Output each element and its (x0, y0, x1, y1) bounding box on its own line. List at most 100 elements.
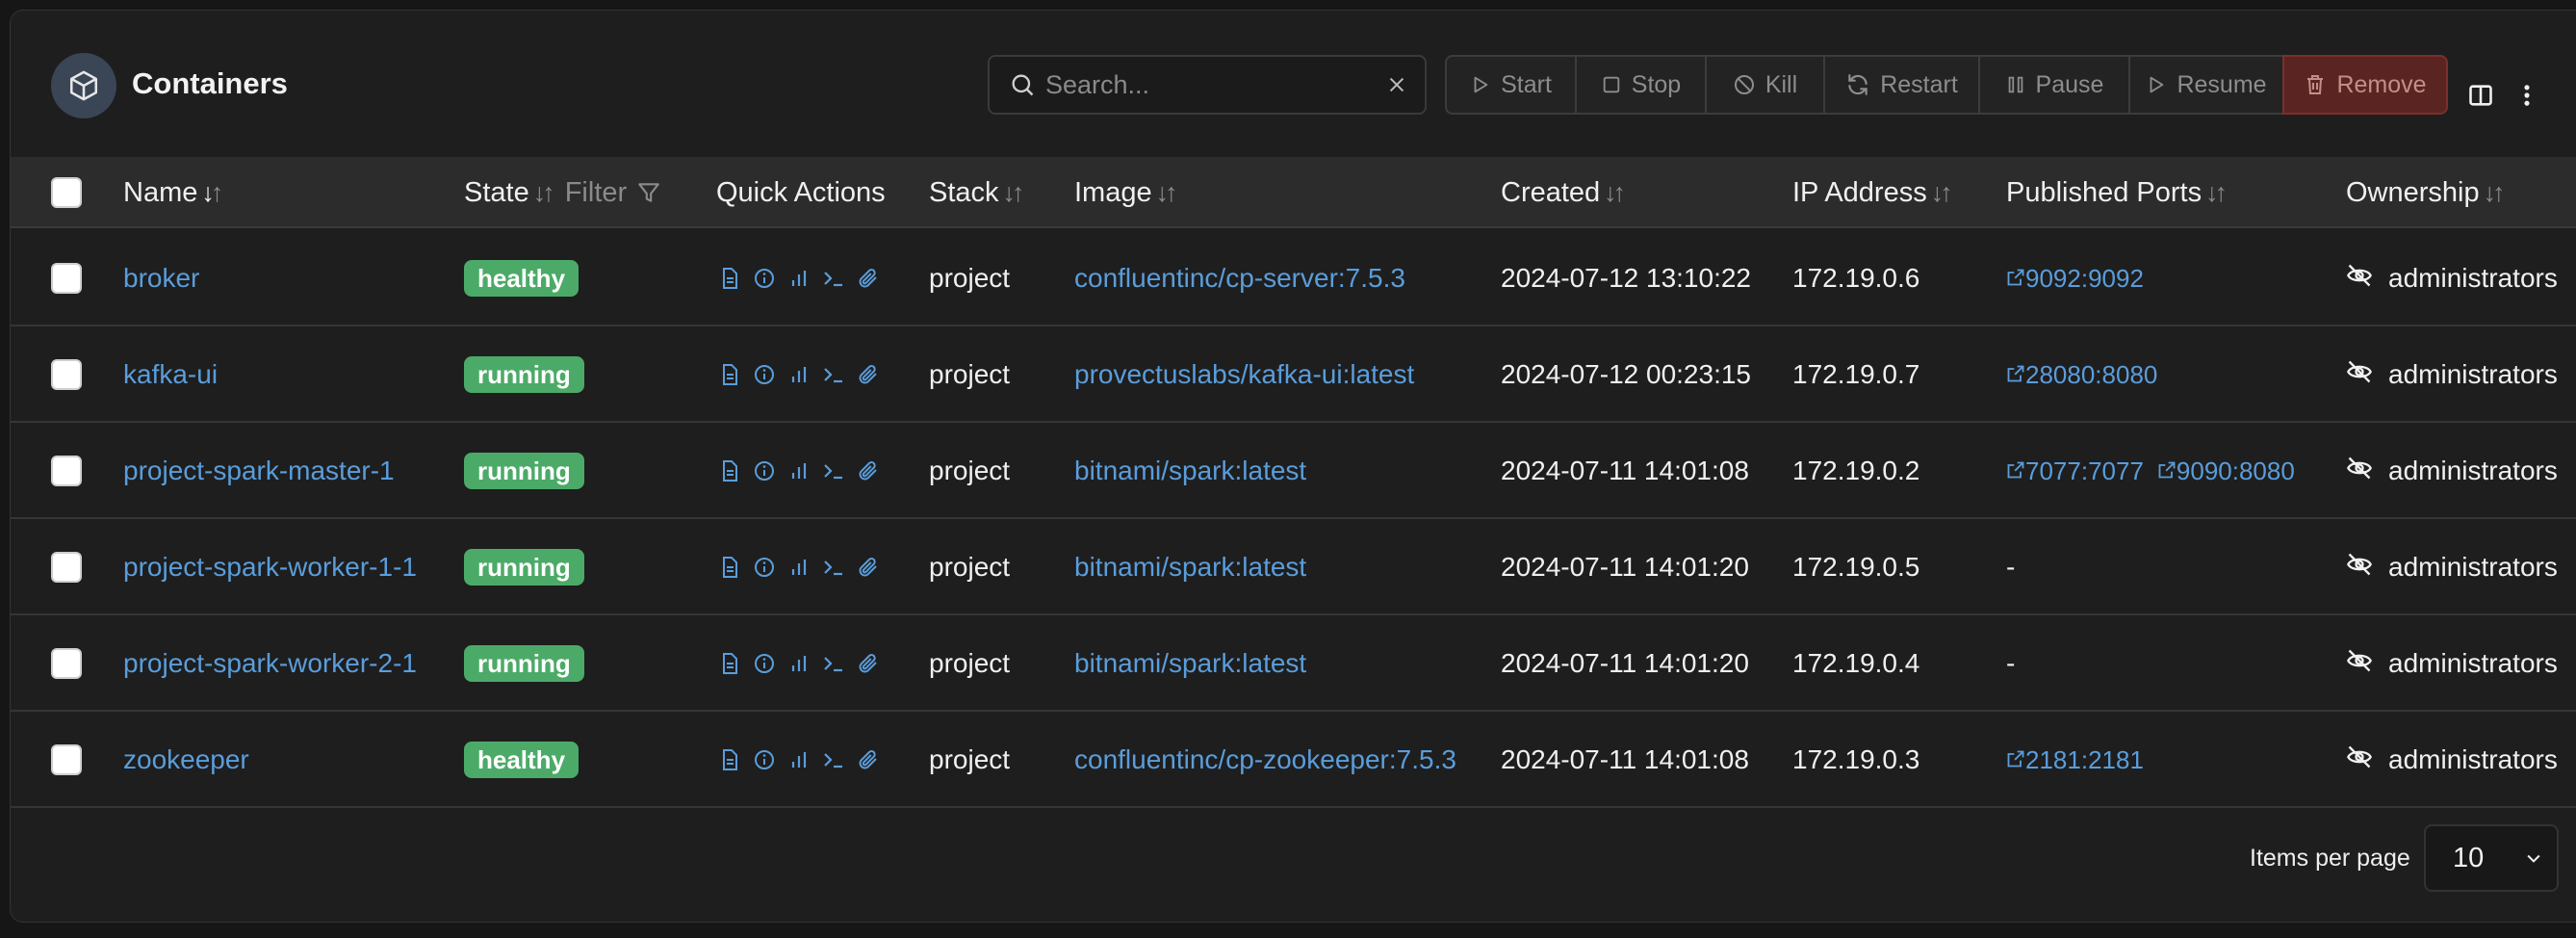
row-checkbox[interactable] (51, 456, 82, 486)
published-port-link[interactable]: 2181:2181 (2006, 745, 2144, 775)
container-name-link[interactable]: project-spark-worker-1-1 (123, 552, 417, 583)
stats-icon[interactable] (787, 748, 811, 771)
pause-icon (2008, 76, 2022, 93)
row-checkbox[interactable] (51, 552, 82, 583)
table-row[interactable]: broker healthy project confluentinc/cp-s… (11, 230, 2576, 326)
columns-icon[interactable] (2467, 82, 2494, 109)
table-row[interactable]: project-spark-worker-2-1 running project… (11, 615, 2576, 712)
published-port-link[interactable]: 9090:8080 (2157, 456, 2295, 486)
ownership-text: administrators (2388, 359, 2558, 389)
table-row[interactable]: zookeeper healthy project confluentinc/c… (11, 712, 2576, 808)
stop-icon (1603, 76, 1620, 93)
sort-icon: ↓↑ (1155, 177, 1178, 207)
attach-icon[interactable] (857, 748, 880, 771)
container-name-link[interactable]: zookeeper (123, 744, 249, 775)
items-per-page-label: Items per page (2250, 845, 2410, 872)
remove-button[interactable]: Remove (2282, 55, 2448, 115)
port-text: 7077:7077 (2025, 456, 2144, 485)
status-badge: healthy (464, 742, 580, 778)
restart-label: Restart (1880, 70, 1958, 98)
attach-icon[interactable] (857, 363, 880, 386)
logs-icon[interactable] (718, 363, 741, 386)
image-link[interactable]: bitnami/spark:latest (1074, 552, 1306, 583)
logs-icon[interactable] (718, 556, 741, 579)
row-checkbox[interactable] (51, 744, 82, 775)
col-ip[interactable]: IP Address ↓↑ (1792, 157, 1953, 228)
image-link[interactable]: bitnami/spark:latest (1074, 648, 1306, 679)
col-state[interactable]: State ↓↑ Filter (464, 157, 661, 228)
search-box[interactable] (988, 55, 1427, 115)
port-text: 9092:9092 (2025, 263, 2144, 293)
page-title: Containers (132, 66, 288, 100)
col-ports[interactable]: Published Ports ↓↑ (2006, 157, 2228, 228)
stats-icon[interactable] (787, 363, 811, 386)
info-icon[interactable] (753, 267, 776, 290)
items-per-page-select[interactable]: 10 (2424, 824, 2559, 892)
stats-icon[interactable] (787, 652, 811, 675)
logs-icon[interactable] (718, 267, 741, 290)
stop-button[interactable]: Stop (1575, 55, 1707, 115)
container-name-link[interactable]: project-spark-worker-2-1 (123, 648, 417, 679)
attach-icon[interactable] (857, 556, 880, 579)
start-button[interactable]: Start (1445, 55, 1577, 115)
filter-label: Filter (564, 176, 628, 208)
pause-button[interactable]: Pause (1978, 55, 2130, 115)
table-row[interactable]: project-spark-master-1 running project b… (11, 423, 2576, 519)
eye-off-icon (2346, 551, 2373, 585)
stack-name: project (929, 648, 1011, 678)
select-all-checkbox[interactable] (51, 177, 82, 208)
container-name-link[interactable]: kafka-ui (123, 359, 218, 390)
image-link[interactable]: confluentinc/cp-zookeeper:7.5.3 (1074, 744, 1456, 775)
col-image[interactable]: Image ↓↑ (1074, 157, 1178, 228)
image-link[interactable]: provectuslabs/kafka-ui:latest (1074, 359, 1414, 390)
col-created[interactable]: Created ↓↑ (1501, 157, 1626, 228)
quick-actions (718, 459, 880, 482)
console-icon[interactable] (822, 556, 845, 579)
row-checkbox[interactable] (51, 263, 82, 294)
console-icon[interactable] (822, 652, 845, 675)
image-link[interactable]: bitnami/spark:latest (1074, 456, 1306, 486)
info-icon[interactable] (753, 556, 776, 579)
container-name-link[interactable]: project-spark-master-1 (123, 456, 395, 486)
console-icon[interactable] (822, 459, 845, 482)
attach-icon[interactable] (857, 652, 880, 675)
restart-button[interactable]: Restart (1823, 55, 1980, 115)
col-stack[interactable]: Stack ↓↑ (929, 157, 1025, 228)
info-icon[interactable] (753, 459, 776, 482)
row-checkbox[interactable] (51, 648, 82, 679)
published-port-link[interactable]: 7077:7077 (2006, 456, 2144, 486)
info-icon[interactable] (753, 748, 776, 771)
attach-icon[interactable] (857, 459, 880, 482)
search-input[interactable] (1045, 69, 1386, 100)
resume-button[interactable]: Resume (2128, 55, 2284, 115)
more-options-icon[interactable] (2513, 82, 2540, 109)
stats-icon[interactable] (787, 459, 811, 482)
info-icon[interactable] (753, 652, 776, 675)
logs-icon[interactable] (718, 459, 741, 482)
col-ownership[interactable]: Ownership ↓↑ (2346, 157, 2506, 228)
clear-search-icon[interactable] (1386, 72, 1407, 97)
attach-icon[interactable] (857, 267, 880, 290)
console-icon[interactable] (822, 748, 845, 771)
row-checkbox[interactable] (51, 359, 82, 390)
stats-icon[interactable] (787, 267, 811, 290)
search-icon (1009, 71, 1036, 98)
console-icon[interactable] (822, 267, 845, 290)
console-icon[interactable] (822, 363, 845, 386)
published-port-link[interactable]: 9092:9092 (2006, 264, 2144, 294)
stats-icon[interactable] (787, 556, 811, 579)
image-link[interactable]: confluentinc/cp-server:7.5.3 (1074, 263, 1405, 294)
col-name[interactable]: Name ↓↑ (123, 157, 223, 228)
start-label: Start (1501, 70, 1552, 98)
container-name-link[interactable]: broker (123, 263, 199, 294)
table-row[interactable]: kafka-ui running project provectuslabs/k… (11, 326, 2576, 423)
kill-button[interactable]: Kill (1705, 55, 1825, 115)
published-port-link[interactable]: 28080:8080 (2006, 360, 2157, 390)
info-icon[interactable] (753, 363, 776, 386)
table-row[interactable]: project-spark-worker-1-1 running project… (11, 519, 2576, 615)
ownership-text: administrators (2388, 552, 2558, 582)
logs-icon[interactable] (718, 748, 741, 771)
state-filter[interactable]: Filter (565, 177, 661, 209)
logs-icon[interactable] (718, 652, 741, 675)
stack-name: project (929, 263, 1011, 293)
